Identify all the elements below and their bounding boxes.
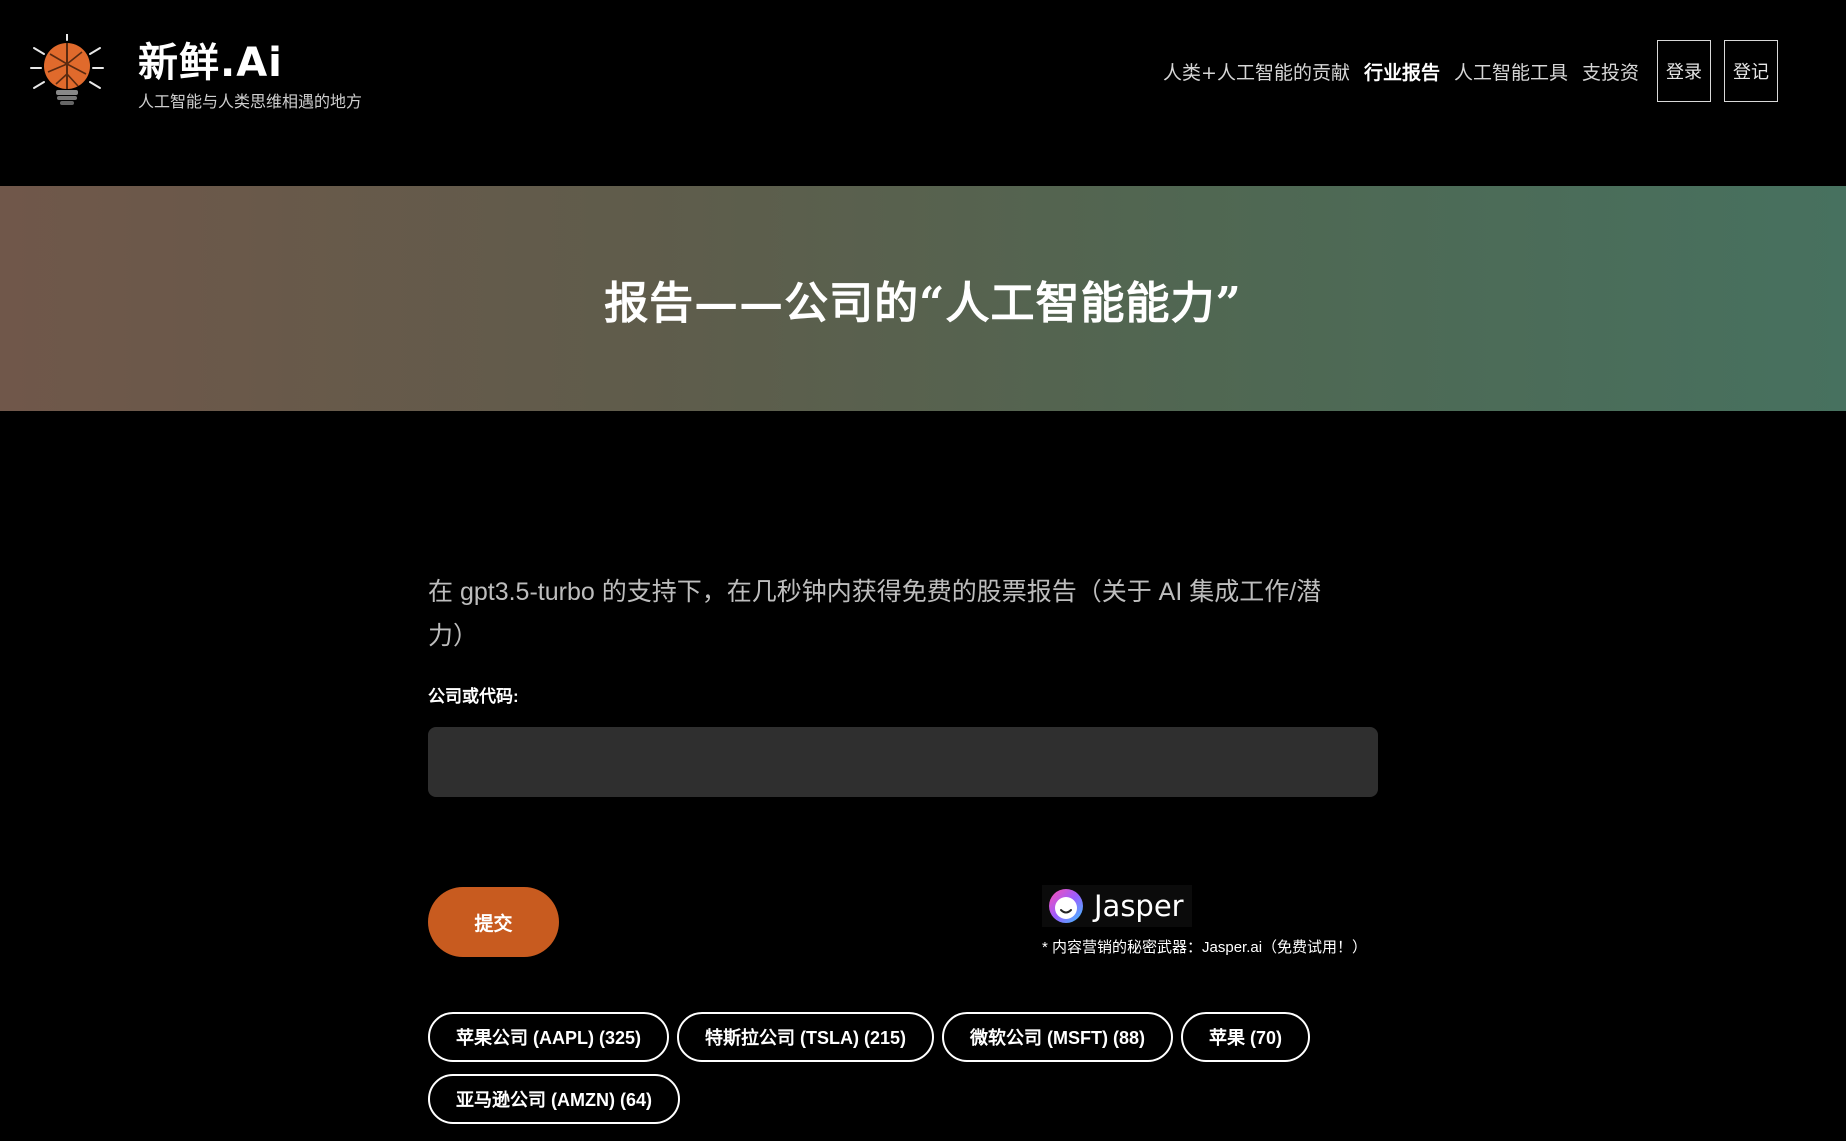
report-chip-aapl[interactable]: 苹果公司 (AAPL) (325) [428,1012,670,1062]
site-tagline: 人工智能与人类思维相遇的地方 [138,94,363,111]
brain-lightbulb-icon[interactable] [30,34,104,108]
nav-item-industry-reports[interactable]: 行业报告 [1364,58,1440,85]
report-form: 在 gpt3.5-turbo 的支持下，在几秒钟内获得免费的股票报告（关于 AI… [428,570,1378,797]
site-title[interactable]: 新鲜.Ai [138,30,283,88]
page: 新鲜.Ai 人工智能与人类思维相遇的地方 人类+人工智能的贡献 行业报告 人工智… [0,0,1846,1141]
company-field-label: 公司或代码: [428,687,519,706]
hero-banner: 报告——公司的“人工智能能力” [0,186,1846,411]
nav-item-investment[interactable]: 支投资 [1582,58,1639,85]
report-chip-apple[interactable]: 苹果 (70) [1181,1012,1311,1062]
report-chip-tsla[interactable]: 特斯拉公司 (TSLA) (215) [677,1012,935,1062]
jasper-ad-note[interactable]: * 内容营销的秘密武器：Jasper.ai（免费试用！） [1042,936,1367,957]
nav-item-human-ai-contribution[interactable]: 人类+人工智能的贡献 [1163,58,1350,85]
jasper-logo-icon [1049,889,1083,923]
jasper-brand-name: Jasper [1094,889,1184,923]
nav-item-ai-tools[interactable]: 人工智能工具 [1454,58,1568,85]
popular-reports-list: 苹果公司 (AAPL) (325) 特斯拉公司 (TSLA) (215) 微软公… [428,1012,1378,1136]
main-nav: 人类+人工智能的贡献 行业报告 人工智能工具 支投资 登录 登记 [1149,40,1778,102]
report-chip-msft[interactable]: 微软公司 (MSFT) (88) [942,1012,1174,1062]
report-chip-amzn[interactable]: 亚马逊公司 (AMZN) (64) [428,1074,680,1124]
intro-text: 在 gpt3.5-turbo 的支持下，在几秒钟内获得免费的股票报告（关于 AI… [428,578,1322,650]
company-ticker-input[interactable] [428,727,1378,797]
login-button[interactable]: 登录 [1657,40,1711,102]
submit-button[interactable]: 提交 [428,887,559,957]
site-header: 新鲜.Ai 人工智能与人类思维相遇的地方 人类+人工智能的贡献 行业报告 人工智… [0,0,1846,186]
page-title: 报告——公司的“人工智能能力” [604,277,1242,329]
register-button[interactable]: 登记 [1724,40,1778,102]
jasper-ad-banner[interactable]: Jasper [1042,885,1192,927]
